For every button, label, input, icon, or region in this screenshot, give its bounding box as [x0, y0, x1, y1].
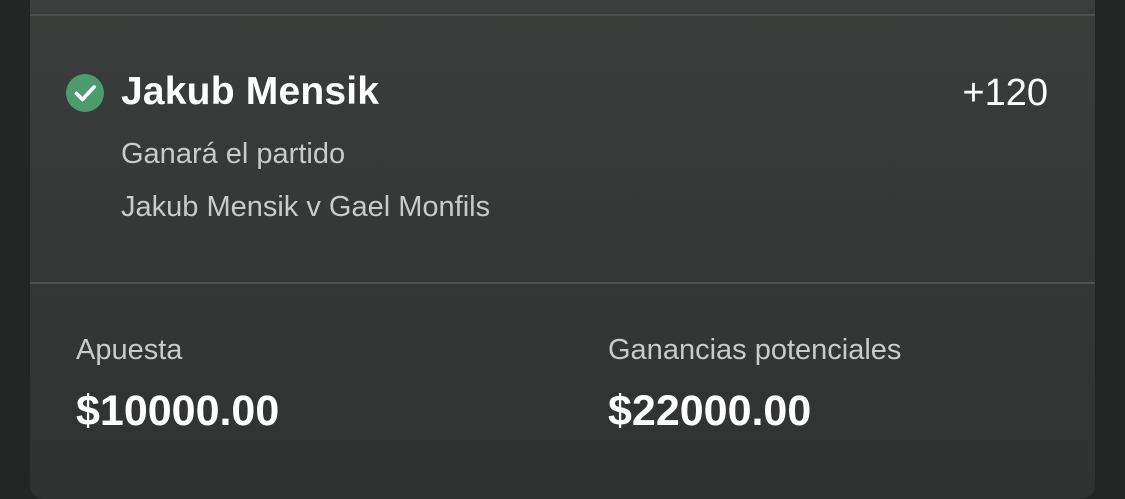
potential-winnings-label: Ganancias potenciales: [608, 334, 902, 366]
market-label: Ganará el partido: [121, 138, 346, 170]
bet-slip-card: Jakub Mensik +120 Ganará el partido Jaku…: [30, 0, 1095, 499]
potential-winnings-value: $22000.00: [608, 387, 812, 435]
stake-label: Apuesta: [76, 334, 183, 366]
section-divider: [30, 282, 1095, 284]
odds-value: +120: [962, 72, 1048, 114]
event-label: Jakub Mensik v Gael Monfils: [121, 191, 491, 223]
stake-value: $10000.00: [76, 387, 280, 435]
top-divider: [30, 14, 1095, 16]
check-circle-icon: [66, 74, 104, 112]
selection-name: Jakub Mensik: [121, 70, 380, 113]
